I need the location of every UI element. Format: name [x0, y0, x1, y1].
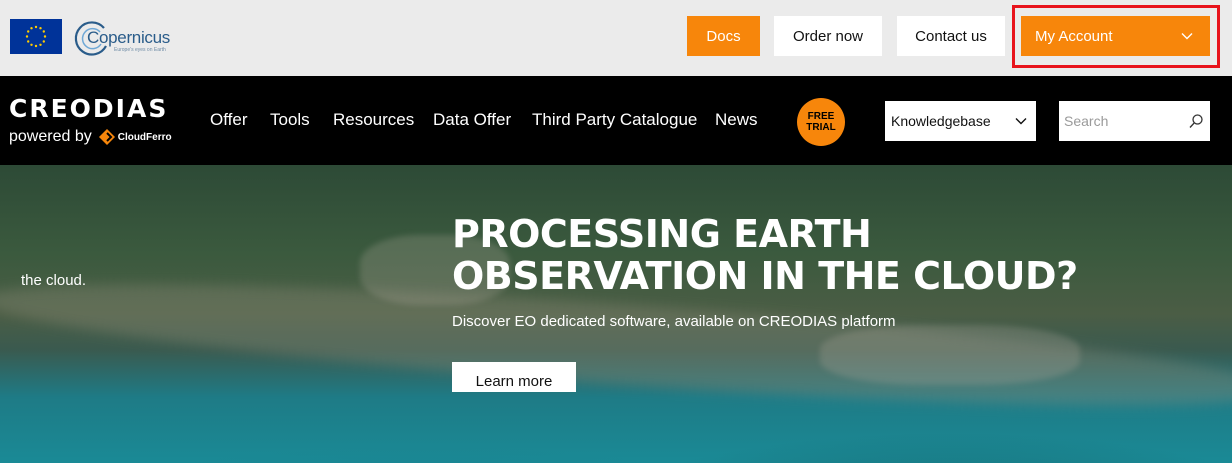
copernicus-logo[interactable]: Copernicus Europe's eyes on Earth [74, 18, 184, 58]
powered-by-text: powered by [9, 128, 92, 145]
nav-data-offer[interactable]: Data Offer [433, 110, 511, 130]
nav-third-party-catalogue[interactable]: Third Party Catalogue [532, 110, 697, 130]
chevron-down-icon [1015, 118, 1027, 125]
nav-offer[interactable]: Offer [210, 110, 247, 130]
brand-name: CREODIAS [9, 94, 169, 123]
free-trial-line-2: TRIAL [806, 122, 836, 133]
powered-by: powered by CloudFerro [9, 128, 172, 146]
hero-title-line-1: PROCESSING EARTH [452, 212, 872, 256]
nav-tools[interactable]: Tools [270, 110, 310, 130]
free-trial-badge[interactable]: FREE TRIAL [797, 98, 845, 146]
order-now-button[interactable]: Order now [774, 16, 882, 56]
copernicus-tagline: Europe's eyes on Earth [114, 47, 166, 53]
town-decoration [820, 325, 1080, 385]
eu-flag-logo [10, 19, 62, 54]
hero-title-line-2: OBSERVATION IN THE CLOUD? [452, 254, 1078, 298]
hero-subtitle: Discover EO dedicated software, availabl… [452, 313, 896, 330]
cloudferro-icon [98, 129, 115, 145]
nav-news[interactable]: News [715, 110, 758, 130]
contact-us-button[interactable]: Contact us [897, 16, 1005, 56]
creodias-logo[interactable]: CREODIAS powered by CloudFerro [9, 94, 172, 145]
free-trial-line-1: FREE [807, 111, 835, 122]
my-account-label: My Account [1035, 27, 1113, 45]
search-box [1059, 101, 1210, 141]
top-utility-bar: Copernicus Europe's eyes on Earth Docs O… [0, 0, 1232, 76]
my-account-dropdown[interactable]: My Account [1021, 16, 1210, 56]
cloudferro-name: CloudFerro [117, 131, 172, 143]
nav-resources[interactable]: Resources [333, 110, 414, 130]
search-input[interactable] [1059, 101, 1184, 141]
main-navigation: CREODIAS powered by CloudFerro Offer Too… [0, 76, 1232, 165]
hero-side-text: the cloud. [21, 272, 87, 289]
copernicus-name: Copernicus [87, 28, 170, 47]
hero-title: PROCESSING EARTH OBSERVATION IN THE CLOU… [452, 213, 1078, 297]
knowledgebase-select-value: Knowledgebase [891, 113, 991, 129]
knowledgebase-select[interactable]: Knowledgebase [885, 101, 1036, 141]
learn-more-button[interactable]: Learn more [452, 362, 576, 392]
search-icon[interactable] [1188, 113, 1204, 129]
hero-banner: the cloud. PROCESSING EARTH OBSERVATION … [0, 165, 1232, 463]
chevron-down-icon [1181, 33, 1193, 40]
docs-button[interactable]: Docs [687, 16, 760, 56]
